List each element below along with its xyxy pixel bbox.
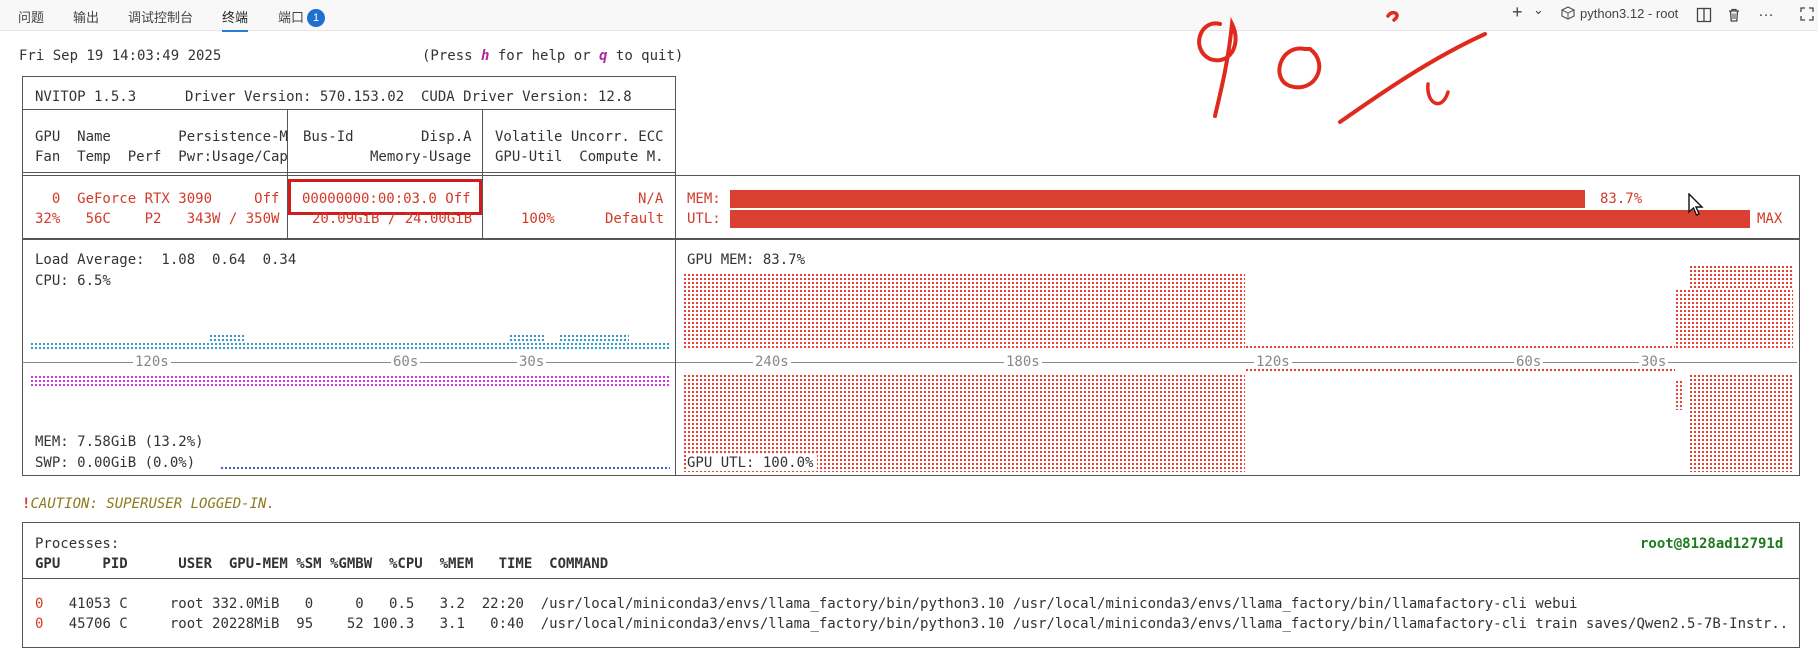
driver-version: Driver Version: 570.153.02 (185, 89, 405, 105)
host-tick-60s: 60s (391, 354, 421, 370)
ports-count-badge: 1 (307, 9, 326, 27)
divider (22, 172, 675, 173)
col-header-memusage: Memory-Usage (370, 149, 472, 165)
gpu-time-axis (676, 362, 1797, 363)
new-terminal-button[interactable]: + (1512, 2, 1523, 23)
gpu-utl-history-label: GPU UTL: 100.0% (687, 455, 818, 471)
terminal-dropdown-button[interactable]: ⌄ (1533, 2, 1544, 18)
divider (675, 76, 676, 239)
tab-ports-label: 端口 (278, 10, 305, 25)
nvitop-version: NVITOP 1.5.3 (35, 89, 137, 105)
gpu-tick-240s: 240s (753, 354, 791, 370)
host-mem: MEM: 7.58GiB (13.2%) (35, 434, 204, 450)
col-header-volatile: Volatile Uncorr. ECC (495, 129, 664, 145)
gpu-tick-180s: 180s (1004, 354, 1042, 370)
terminal-icon (1561, 6, 1575, 23)
col-header-fan: Fan Temp Perf Pwr:Usage/Cap (35, 149, 288, 165)
gpu-util-pct: 100% (521, 211, 555, 227)
host-tick-30s: 30s (517, 354, 547, 370)
current-datetime: Fri Sep 19 14:03:49 2025 (19, 48, 222, 64)
mem-bar-label: MEM: (687, 191, 721, 207)
gpu-mem-history-graph (683, 273, 1245, 349)
cpu-history-spike (209, 334, 245, 342)
gpu-mem-usage: 20.09GiB / 24.00GiB (312, 211, 473, 227)
host-mem-history-graph (30, 375, 670, 387)
tab-terminal[interactable]: 终端 (222, 7, 249, 32)
mem-bar-pct: 83.7% (1600, 191, 1643, 207)
caution-text: CAUTION: SUPERUSER LOGGED-IN. (30, 496, 275, 512)
mem-usage-bar (730, 190, 1585, 208)
gpu-utl-history-graph-low (1245, 368, 1675, 372)
gpu-mem-history-graph-recent-top (1689, 265, 1793, 289)
utl-bar-max: MAX (1757, 211, 1783, 227)
processes-header: GPU PID USER GPU-MEM %SM %GMBW %CPU %MEM… (35, 556, 609, 572)
handwritten-annotation-drawing (1197, 10, 1487, 124)
help-suffix: to quit) (607, 48, 684, 64)
col-header-gpuutil: GPU-Util Compute M. (495, 149, 664, 165)
divider (22, 578, 1799, 579)
host-time-axis (22, 362, 675, 363)
gpu-info-line1: 0 GeForce RTX 3090 Off (35, 191, 280, 207)
host-cpu: CPU: 6.5% (35, 273, 111, 289)
gpu-compute-mode: Default (605, 211, 665, 227)
gpu-mem-history-graph-low (1245, 345, 1675, 349)
maximize-panel-icon[interactable] (1800, 7, 1814, 24)
host-swap-history-graph (220, 466, 670, 470)
tab-debug-console[interactable]: 调试控制台 (128, 7, 193, 26)
help-hint: (Press h for help or q to quit) (422, 48, 683, 64)
help-prefix: (Press (422, 48, 482, 64)
gpu-utl-history-graph-recent (1689, 374, 1793, 472)
col-header-gpu: GPU Name Persistence-M (35, 129, 288, 145)
tab-problems[interactable]: 问题 (18, 7, 44, 26)
divider (482, 109, 483, 239)
trash-icon[interactable] (1726, 7, 1742, 26)
cpu-history-graph (30, 342, 670, 350)
process-info: 41053 C root 332.0MiB 0 0 0.5 3.2 22:20 … (43, 596, 1578, 612)
cpu-history-spike (509, 334, 545, 342)
mouse-cursor-icon (1688, 193, 1704, 216)
help-mid: for help or (489, 48, 600, 64)
gpu-mem-history-label: GPU MEM: 83.7% (687, 252, 806, 268)
panel-tab-bar: 问题 输出 调试控制台 终端 端口 1 + ⌄ python3.12 - root… (0, 0, 1818, 32)
table-row[interactable]: 0 45706 C root 20228MiB 95 52 100.3 3.1 … (35, 616, 1788, 632)
tab-ports[interactable]: 端口 1 (278, 7, 326, 27)
process-info: 45706 C root 20228MiB 95 52 100.3 3.1 0:… (43, 616, 1789, 632)
cuda-version: CUDA Driver Version: 12.8 (421, 89, 632, 105)
table-row[interactable]: 0 41053 C root 332.0MiB 0 0 0.5 3.2 22:2… (35, 596, 1577, 612)
load-average: Load Average: 1.08 0.64 0.34 (35, 252, 297, 268)
col-header-busid: Bus-Id Disp.A (303, 129, 472, 145)
divider (675, 238, 676, 475)
tab-output[interactable]: 输出 (73, 7, 99, 26)
superuser-caution: !CAUTION: SUPERUSER LOGGED-IN. (22, 496, 275, 512)
host-tick-120s: 120s (133, 354, 171, 370)
cpu-history-spike (559, 334, 629, 342)
user-at-host: root@8128ad12791d (1640, 536, 1784, 552)
host-swap: SWP: 0.00GiB (0.0%) (35, 455, 196, 471)
split-terminal-icon[interactable] (1696, 7, 1712, 26)
gpu-mem-history-graph-recent (1675, 289, 1793, 349)
divider (22, 109, 675, 110)
more-actions-button[interactable]: … (1758, 3, 1774, 21)
utl-bar-label: UTL: (687, 211, 721, 227)
utl-usage-bar (730, 210, 1750, 228)
terminal-instance-name[interactable]: python3.12 - root (1580, 6, 1678, 21)
gpu-info-line2: 32% 56C P2 343W / 350W (35, 211, 280, 227)
gpu-ecc: N/A (638, 191, 664, 207)
gpu-utl-history-graph-rise (1675, 380, 1683, 410)
processes-title: Processes: (35, 536, 120, 552)
bus-id-highlight-box (288, 179, 482, 215)
